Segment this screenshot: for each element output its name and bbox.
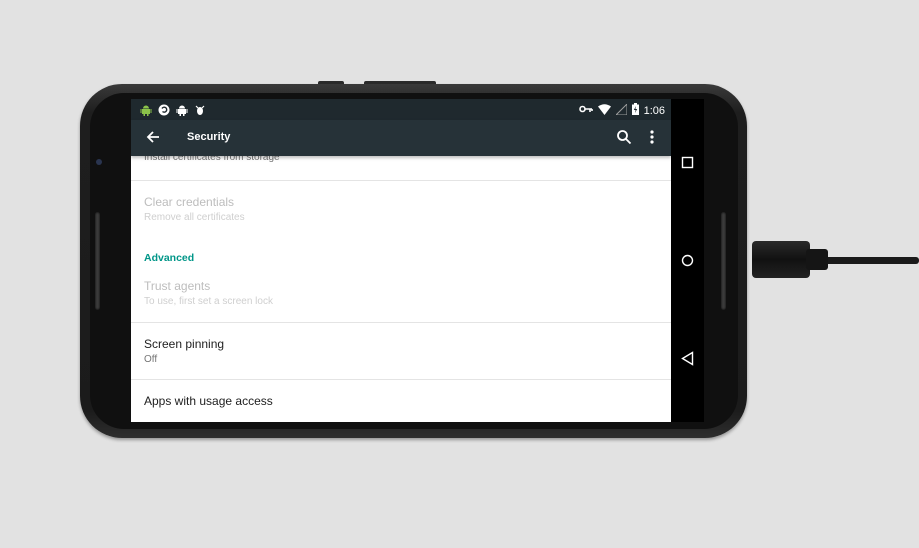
- screen-pinning-item[interactable]: Screen pinning Off: [131, 323, 671, 379]
- recents-icon[interactable]: [681, 156, 694, 174]
- speaker-left: [95, 212, 100, 310]
- screen: 1:06 Security Install certificates from …: [131, 99, 704, 422]
- wifi-icon: [597, 103, 611, 118]
- search-icon[interactable]: [616, 129, 632, 150]
- speaker-right: [721, 212, 726, 310]
- more-vert-icon[interactable]: [646, 129, 658, 150]
- screen-pinning-title: Screen pinning: [144, 337, 225, 351]
- trust-agents-item: Trust agents To use, first set a screen …: [131, 273, 671, 322]
- screen-pinning-summary: Off: [144, 354, 158, 365]
- install-certificates-item[interactable]: Install certificates from storage: [131, 152, 671, 180]
- battery-charging-icon: [631, 103, 639, 118]
- android-icon: [176, 103, 188, 121]
- signal-icon: [614, 102, 628, 118]
- arrow-back-icon[interactable]: [145, 129, 161, 150]
- trust-agents-title: Trust agents: [144, 279, 211, 293]
- clear-credentials-item: Clear credentials Remove all certificate…: [131, 181, 671, 233]
- settings-list: Install certificates from storage Clear …: [131, 152, 671, 422]
- home-icon[interactable]: [681, 254, 694, 272]
- navigation-bar: [671, 99, 704, 422]
- toolbar: Security: [131, 120, 671, 156]
- clear-credentials-summary: Remove all certificates: [144, 212, 245, 223]
- page-title: Security: [187, 131, 231, 143]
- advanced-section-header: Advanced: [144, 252, 195, 264]
- clock: 1:06: [643, 104, 665, 117]
- debug-icon: [194, 103, 206, 121]
- back-icon[interactable]: [681, 351, 694, 371]
- front-camera: [96, 159, 102, 165]
- usb-plug: [752, 241, 810, 278]
- status-bar: 1:06: [131, 99, 671, 120]
- android-icon: [140, 103, 152, 121]
- usb-plug-neck: [806, 249, 828, 270]
- vpn-key-icon: [578, 104, 593, 117]
- usage-access-title: Apps with usage access: [144, 394, 273, 408]
- sync-icon: [158, 103, 170, 121]
- usage-access-item[interactable]: Apps with usage access: [131, 380, 671, 422]
- clear-credentials-title: Clear credentials: [144, 195, 235, 209]
- trust-agents-summary: To use, first set a screen lock: [144, 296, 273, 307]
